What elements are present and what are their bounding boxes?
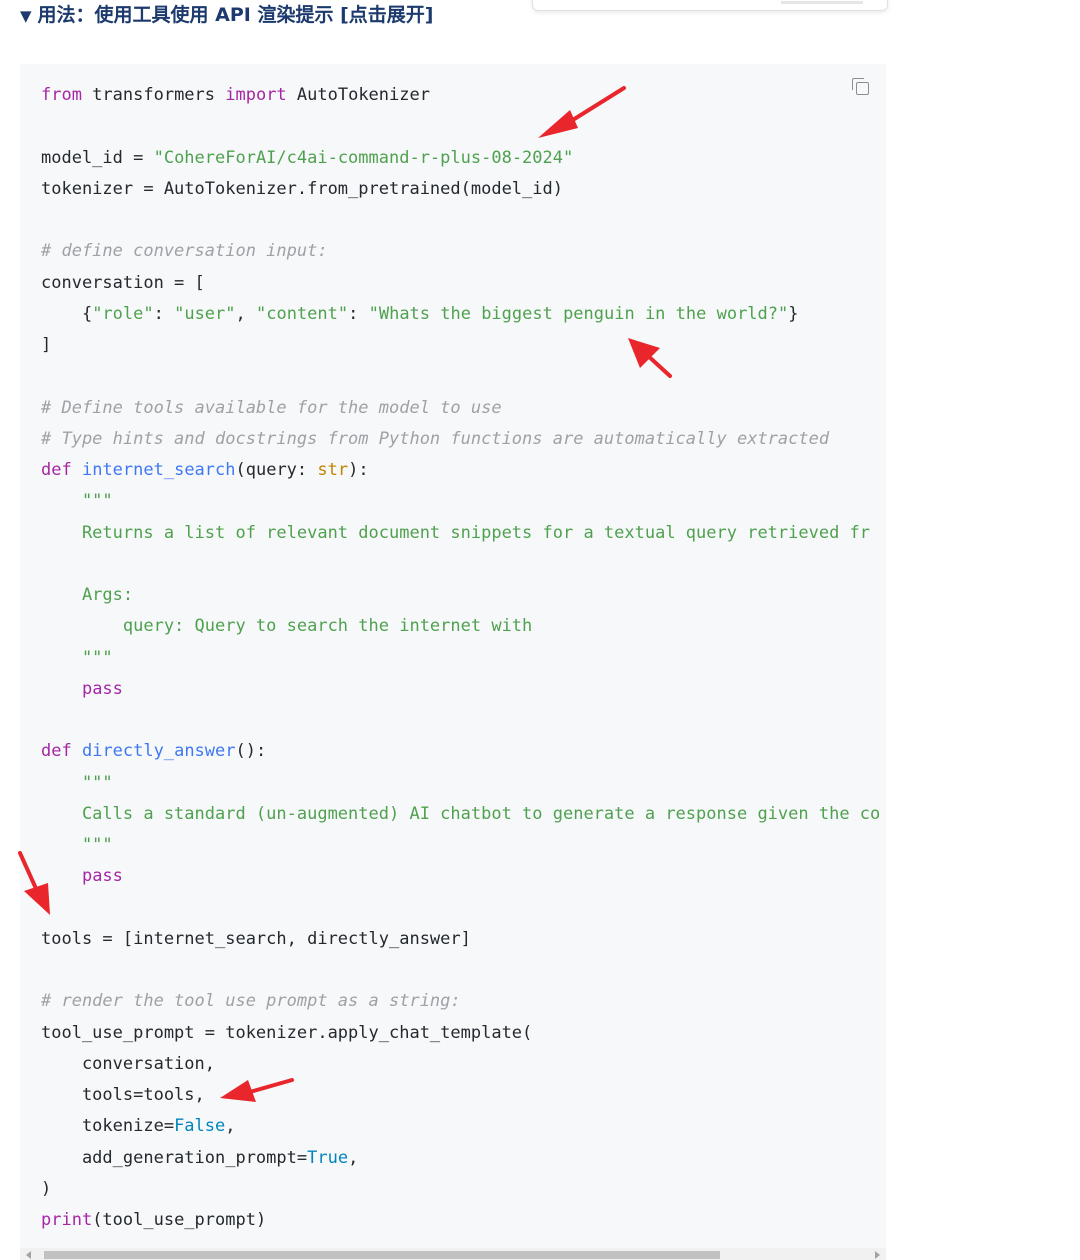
- docstring-line: Args:: [41, 585, 134, 605]
- docstring-line: """: [41, 491, 113, 512]
- code-line: tools=tools,: [41, 1085, 205, 1105]
- floating-popup-edge: [532, 0, 888, 11]
- docstring-line: """: [41, 647, 113, 668]
- code-line: model_id = "CohereForAI/c4ai-command-r-p…: [41, 147, 574, 168]
- code-line: print(tool_use_prompt): [41, 1210, 267, 1230]
- scroll-left-arrow-icon[interactable]: [26, 1251, 31, 1259]
- code-comment: # define conversation input:: [41, 241, 328, 262]
- annotation-arrow-icon: [18, 851, 50, 915]
- code-line: tool_use_prompt = tokenizer.apply_chat_t…: [41, 1022, 533, 1043]
- horizontal-scrollbar[interactable]: [20, 1248, 886, 1260]
- expand-triangle-icon: ▼: [20, 7, 32, 25]
- docstring-line: query: Query to search the internet with: [41, 616, 533, 637]
- code-comment: # Define tools available for the model t…: [41, 397, 502, 418]
- code-line: from transformers import AutoTokenizer: [41, 85, 430, 105]
- code-line: pass: [81, 678, 123, 699]
- code-comment: # Type hints and docstrings from Python …: [41, 428, 830, 449]
- summary-title: 用法：使用工具使用 API 渲染提示 [点击展开]: [37, 4, 434, 26]
- code-comment: # render the tool use prompt as a string…: [41, 991, 461, 1012]
- code-line: ): [41, 1178, 52, 1199]
- code-line: tokenize=False,: [41, 1116, 236, 1137]
- code-block: from transformers import AutoTokenizer mo…: [20, 64, 886, 1260]
- code-line: {"role": "user", "content": "Whats the b…: [41, 303, 799, 324]
- code-line: ]: [41, 335, 52, 355]
- code-line: tokenizer = AutoTokenizer.from_pretraine…: [41, 178, 563, 199]
- popup-control: [781, 1, 863, 4]
- code-line: tools = [internet_search, directly_answe…: [41, 928, 471, 949]
- code-line: pass: [81, 866, 123, 887]
- details-summary-toggle[interactable]: ▼ 用法：使用工具使用 API 渲染提示 [点击展开]: [20, 2, 433, 29]
- annotation-arrow-icon: [538, 86, 626, 138]
- annotation-arrow-icon: [220, 1078, 294, 1102]
- code-content: from transformers import AutoTokenizer mo…: [41, 80, 886, 1236]
- code-line: def directly_answer():: [41, 741, 267, 762]
- code-line: def internet_search(query: str):: [41, 460, 369, 480]
- annotation-arrow-icon: [628, 338, 672, 378]
- scroll-right-arrow-icon[interactable]: [875, 1251, 880, 1259]
- scrollbar-thumb[interactable]: [44, 1251, 720, 1259]
- code-line: add_generation_prompt=True,: [41, 1147, 359, 1168]
- docstring-line: """: [41, 772, 113, 793]
- docstring-line: """: [41, 835, 113, 855]
- code-line: conversation = [: [41, 272, 205, 293]
- code-line: conversation,: [41, 1053, 215, 1074]
- docstring-line: Calls a standard (un-augmented) AI chatb…: [41, 803, 881, 824]
- docstring-line: Returns a list of relevant document snip…: [41, 522, 871, 543]
